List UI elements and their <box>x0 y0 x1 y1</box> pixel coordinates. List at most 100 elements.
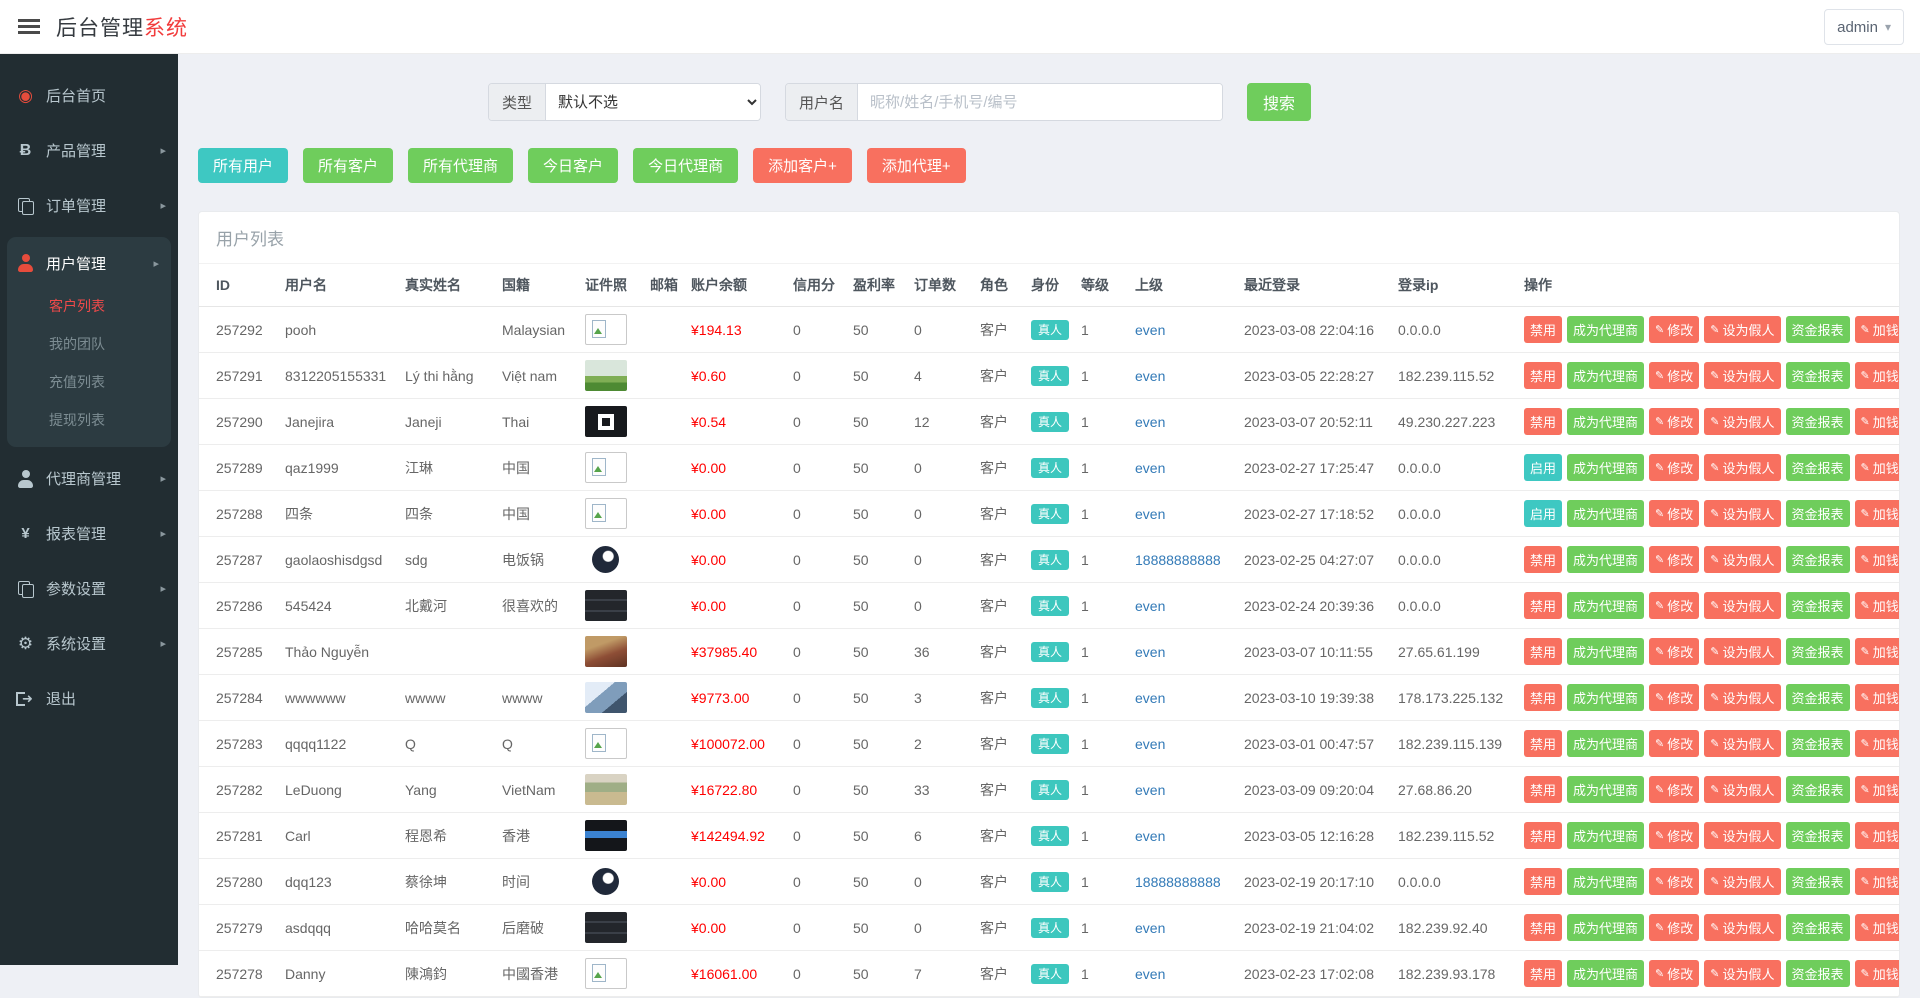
fund-report-button[interactable]: 资金报表 <box>1786 684 1850 711</box>
status-toggle-button[interactable]: 禁用 <box>1524 914 1562 941</box>
fund-report-button[interactable]: 资金报表 <box>1786 868 1850 895</box>
fund-report-button[interactable]: 资金报表 <box>1786 730 1850 757</box>
become-agent-button[interactable]: 成为代理商 <box>1567 868 1644 895</box>
set-fake-button[interactable]: ✎设为假人 <box>1704 454 1780 481</box>
sidebar-subitem-my-team[interactable]: 我的团队 <box>7 325 171 363</box>
sidebar-subitem-withdraw-list[interactable]: 提现列表 <box>7 401 171 439</box>
set-fake-button[interactable]: ✎设为假人 <box>1704 362 1780 389</box>
all-agents-button[interactable]: 所有代理商 <box>408 148 513 183</box>
parent-link[interactable]: even <box>1135 690 1165 706</box>
become-agent-button[interactable]: 成为代理商 <box>1567 408 1644 435</box>
status-toggle-button[interactable]: 禁用 <box>1524 960 1562 987</box>
status-toggle-button[interactable]: 启用 <box>1524 500 1562 527</box>
parent-link[interactable]: even <box>1135 598 1165 614</box>
add-money-button[interactable]: ✎加钱 <box>1855 868 1899 895</box>
certificate-photo[interactable] <box>585 636 627 667</box>
edit-button[interactable]: ✎修改 <box>1649 914 1699 941</box>
sidebar-subitem-recharge-list[interactable]: 充值列表 <box>7 363 171 401</box>
add-money-button[interactable]: ✎加钱 <box>1855 822 1899 849</box>
fund-report-button[interactable]: 资金报表 <box>1786 408 1850 435</box>
parent-link[interactable]: even <box>1135 828 1165 844</box>
status-toggle-button[interactable]: 禁用 <box>1524 408 1562 435</box>
set-fake-button[interactable]: ✎设为假人 <box>1704 546 1780 573</box>
add-money-button[interactable]: ✎加钱 <box>1855 500 1899 527</box>
sidebar-item-params[interactable]: 参数设置▸ <box>0 561 178 616</box>
today-customers-button[interactable]: 今日客户 <box>528 148 618 183</box>
add-money-button[interactable]: ✎加钱 <box>1855 408 1899 435</box>
certificate-photo[interactable] <box>585 682 627 713</box>
become-agent-button[interactable]: 成为代理商 <box>1567 316 1644 343</box>
sidebar-item-products[interactable]: 产品管理▸ <box>0 123 178 178</box>
sidebar-subitem-customer-list[interactable]: 客户列表 <box>7 287 171 325</box>
parent-link[interactable]: 18888888888 <box>1135 552 1221 568</box>
add-money-button[interactable]: ✎加钱 <box>1855 546 1899 573</box>
add-money-button[interactable]: ✎加钱 <box>1855 362 1899 389</box>
status-toggle-button[interactable]: 禁用 <box>1524 868 1562 895</box>
certificate-photo[interactable] <box>585 314 627 345</box>
become-agent-button[interactable]: 成为代理商 <box>1567 592 1644 619</box>
edit-button[interactable]: ✎修改 <box>1649 454 1699 481</box>
fund-report-button[interactable]: 资金报表 <box>1786 500 1850 527</box>
add-customer-button[interactable]: 添加客户+ <box>753 148 852 183</box>
certificate-photo[interactable] <box>585 452 627 483</box>
edit-button[interactable]: ✎修改 <box>1649 868 1699 895</box>
fund-report-button[interactable]: 资金报表 <box>1786 914 1850 941</box>
sidebar-item-agents[interactable]: 代理商管理▸ <box>0 451 178 506</box>
fund-report-button[interactable]: 资金报表 <box>1786 454 1850 481</box>
sidebar-item-logout[interactable]: 退出 <box>0 671 178 726</box>
parent-link[interactable]: even <box>1135 414 1165 430</box>
set-fake-button[interactable]: ✎设为假人 <box>1704 500 1780 527</box>
become-agent-button[interactable]: 成为代理商 <box>1567 776 1644 803</box>
become-agent-button[interactable]: 成为代理商 <box>1567 730 1644 757</box>
certificate-photo[interactable] <box>585 912 627 943</box>
fund-report-button[interactable]: 资金报表 <box>1786 546 1850 573</box>
set-fake-button[interactable]: ✎设为假人 <box>1704 684 1780 711</box>
sidebar-item-orders[interactable]: 订单管理▸ <box>0 178 178 233</box>
add-money-button[interactable]: ✎加钱 <box>1855 960 1899 987</box>
fund-report-button[interactable]: 资金报表 <box>1786 362 1850 389</box>
edit-button[interactable]: ✎修改 <box>1649 776 1699 803</box>
become-agent-button[interactable]: 成为代理商 <box>1567 960 1644 987</box>
fund-report-button[interactable]: 资金报表 <box>1786 592 1850 619</box>
become-agent-button[interactable]: 成为代理商 <box>1567 822 1644 849</box>
fund-report-button[interactable]: 资金报表 <box>1786 960 1850 987</box>
status-toggle-button[interactable]: 禁用 <box>1524 316 1562 343</box>
menu-toggle-icon[interactable] <box>18 19 40 34</box>
user-menu[interactable]: admin ▾ <box>1824 9 1904 45</box>
set-fake-button[interactable]: ✎设为假人 <box>1704 868 1780 895</box>
certificate-photo[interactable] <box>585 590 627 621</box>
parent-link[interactable]: 18888888888 <box>1135 874 1221 890</box>
certificate-photo[interactable] <box>585 866 627 897</box>
edit-button[interactable]: ✎修改 <box>1649 500 1699 527</box>
set-fake-button[interactable]: ✎设为假人 <box>1704 960 1780 987</box>
certificate-photo[interactable] <box>585 774 627 805</box>
fund-report-button[interactable]: 资金报表 <box>1786 776 1850 803</box>
certificate-photo[interactable] <box>585 820 627 851</box>
set-fake-button[interactable]: ✎设为假人 <box>1704 408 1780 435</box>
status-toggle-button[interactable]: 禁用 <box>1524 638 1562 665</box>
today-agents-button[interactable]: 今日代理商 <box>633 148 738 183</box>
status-toggle-button[interactable]: 禁用 <box>1524 546 1562 573</box>
certificate-photo[interactable] <box>585 544 627 575</box>
edit-button[interactable]: ✎修改 <box>1649 638 1699 665</box>
set-fake-button[interactable]: ✎设为假人 <box>1704 730 1780 757</box>
become-agent-button[interactable]: 成为代理商 <box>1567 638 1644 665</box>
parent-link[interactable]: even <box>1135 460 1165 476</box>
add-money-button[interactable]: ✎加钱 <box>1855 316 1899 343</box>
sidebar-item-reports[interactable]: 报表管理▸ <box>0 506 178 561</box>
add-money-button[interactable]: ✎加钱 <box>1855 638 1899 665</box>
type-select[interactable]: 默认不选 <box>546 84 760 120</box>
parent-link[interactable]: even <box>1135 506 1165 522</box>
username-input[interactable] <box>858 84 1222 120</box>
sidebar-item-system[interactable]: 系统设置▸ <box>0 616 178 671</box>
fund-report-button[interactable]: 资金报表 <box>1786 316 1850 343</box>
edit-button[interactable]: ✎修改 <box>1649 546 1699 573</box>
sidebar-item-users[interactable]: 用户管理▸ <box>7 239 171 287</box>
set-fake-button[interactable]: ✎设为假人 <box>1704 822 1780 849</box>
edit-button[interactable]: ✎修改 <box>1649 822 1699 849</box>
edit-button[interactable]: ✎修改 <box>1649 362 1699 389</box>
parent-link[interactable]: even <box>1135 368 1165 384</box>
add-money-button[interactable]: ✎加钱 <box>1855 730 1899 757</box>
edit-button[interactable]: ✎修改 <box>1649 730 1699 757</box>
add-money-button[interactable]: ✎加钱 <box>1855 914 1899 941</box>
